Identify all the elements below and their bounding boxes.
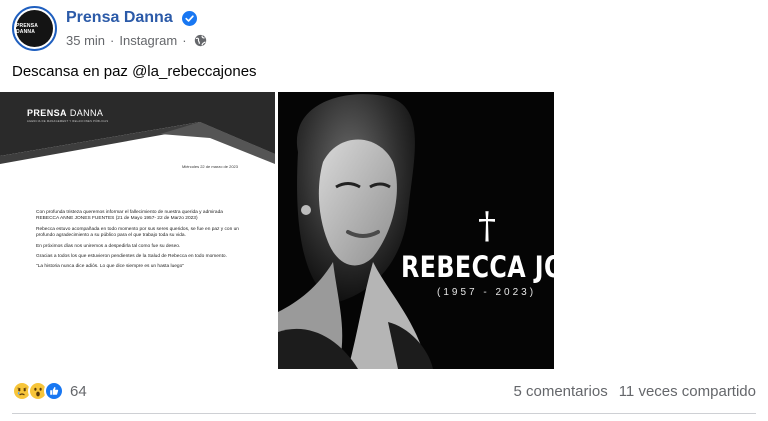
doc-logo-light: DANNA	[69, 108, 104, 118]
footer-divider	[12, 413, 756, 414]
doc-body: Con profunda tristeza queremos informar …	[36, 210, 244, 275]
meta-separator: ·	[182, 33, 187, 48]
memorial-years: (1957 - 2023)	[437, 287, 537, 298]
engagement-stats: 5 comentarios 11 veces compartido	[513, 383, 756, 400]
comments-count-link[interactable]: 5 comentarios	[513, 383, 607, 400]
verified-badge-icon	[182, 11, 197, 26]
post-source: Instagram	[119, 33, 178, 48]
post-timestamp[interactable]: 35 min	[66, 33, 105, 48]
shares-count-link[interactable]: 11 veces compartido	[619, 383, 756, 400]
meta-separator: ·	[110, 33, 115, 48]
doc-paragraph: Con profunda tristeza queremos informar …	[36, 210, 223, 222]
doc-date: Miércoles 22 de marzo de 2023	[181, 164, 238, 169]
post-header: PRENSA DANNA Prensa Danna 35 min · Insta…	[12, 6, 752, 52]
doc-paragraph: Gracias a todos los que estuvieron pendi…	[36, 254, 227, 260]
post-caption: Descansa en paz @la_rebeccajones	[12, 63, 257, 80]
doc-paragraph: "La historia nunca dice adiós. Lo que di…	[36, 264, 184, 270]
memorial-image[interactable]: † REBECCA JONE (1957 - 2023)	[278, 92, 554, 369]
doc-header-banner	[0, 92, 275, 164]
portrait-photo	[278, 94, 433, 369]
avatar-logo-text: PRENSA DANNA	[16, 22, 38, 35]
post-meta: 35 min · Instagram ·	[66, 33, 207, 48]
doc-tagline: AGENCIA DE MANAGEMENT Y RELACIONES PÚBLI…	[27, 120, 109, 123]
post-footer: 64 5 comentarios 11 veces compartido	[12, 380, 756, 406]
like-icon	[44, 381, 64, 401]
doc-logo: PRENSA DANNA	[27, 108, 103, 118]
globe-icon[interactable]	[194, 34, 207, 47]
reaction-count: 64	[70, 382, 87, 400]
doc-paragraph: En próximos días nos uniremos a despedir…	[36, 243, 181, 249]
avatar-image: PRENSA DANNA	[16, 10, 53, 47]
statement-image[interactable]: PRENSA DANNA AGENCIA DE MANAGEMENT Y REL…	[0, 92, 275, 369]
page-avatar[interactable]: PRENSA DANNA	[12, 6, 57, 51]
doc-logo-bold: PRENSA	[27, 108, 67, 118]
page-name-link[interactable]: Prensa Danna	[66, 9, 173, 27]
memorial-name: REBECCA JONE	[401, 250, 554, 284]
cross-symbol: †	[478, 206, 496, 247]
post-media: PRENSA DANNA AGENCIA DE MANAGEMENT Y REL…	[0, 92, 554, 369]
doc-paragraph: Rebecca estuvo acompañada en todo moment…	[36, 226, 239, 239]
reaction-summary[interactable]: 64	[12, 381, 87, 401]
